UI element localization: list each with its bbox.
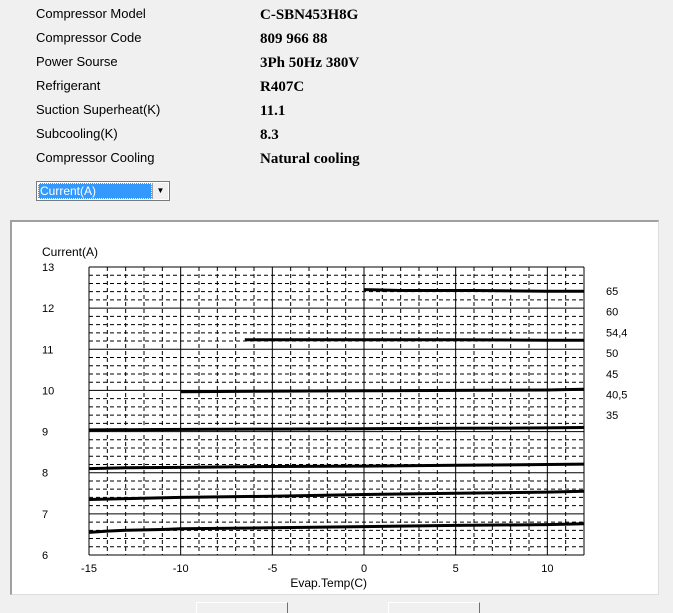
info-value: Natural cooling [260, 151, 360, 168]
legend-label: 50 [606, 348, 618, 360]
x-tick-label: 0 [361, 563, 367, 575]
chevron-down-icon[interactable]: ▼ [152, 183, 168, 199]
series-line-4 [89, 464, 584, 469]
legend-label: 65 [606, 286, 618, 298]
legend-label: 40,5 [606, 390, 627, 402]
legend-label: 45 [606, 369, 618, 381]
info-label: Compressor Model [36, 6, 146, 21]
x-tick-label: -5 [267, 563, 277, 575]
info-value: C-SBN453H8G [260, 7, 358, 24]
info-value: 11.1 [260, 103, 285, 120]
series-line-2 [181, 389, 584, 392]
chart-panel: 13 12 11 10 9 8 7 6 -15 -10 -5 0 5 10 Current(A) Evap.T… [10, 220, 659, 595]
x-tick-label: 5 [453, 563, 459, 575]
y-tick-label: 12 [42, 303, 54, 315]
info-value: R407C [260, 79, 304, 96]
y-tick-label: 11 [42, 344, 53, 356]
y-axis-title: Current(A) [42, 245, 98, 259]
y-tick-label: 10 [42, 385, 54, 397]
legend-label: 60 [606, 307, 618, 319]
info-value: 3Ph 50Hz 380V [260, 55, 359, 72]
info-label: Power Sourse [36, 54, 118, 69]
legend-label: 54,4 [606, 327, 627, 339]
info-label: Suction Superheat(K) [36, 102, 160, 117]
x-tick-label: 10 [541, 563, 553, 575]
info-label: Subcooling(K) [36, 126, 118, 141]
y-tick-label: 8 [42, 468, 48, 480]
y-tick-label: 9 [42, 427, 48, 439]
y-tick-label: 13 [42, 262, 54, 274]
info-label: Compressor Cooling [36, 150, 155, 165]
x-tick-label: -15 [81, 563, 97, 575]
parameter-select[interactable]: Current(A) ▼ [36, 181, 170, 201]
info-value: 8.3 [260, 127, 279, 144]
info-label: Refrigerant [36, 78, 100, 93]
bottom-button-1[interactable] [196, 602, 288, 613]
series-line-3 [89, 428, 584, 430]
x-tick-label: -10 [173, 563, 189, 575]
y-tick-label: 6 [42, 550, 48, 562]
legend-label: 35 [606, 410, 618, 422]
x-axis-title: Evap.Temp(C) [290, 576, 367, 590]
series-line-5 [89, 491, 584, 499]
info-label: Compressor Code [36, 30, 142, 45]
bottom-button-2[interactable] [388, 602, 480, 613]
series-line-0 [364, 290, 584, 292]
series-line-6 [89, 524, 584, 533]
info-value: 809 966 88 [260, 31, 328, 48]
current-chart: 13 12 11 10 9 8 7 6 -15 -10 -5 0 5 10 Current(A) Evap.T… [12, 222, 659, 595]
parameter-select-value: Current(A) [38, 183, 152, 199]
y-tick-label: 7 [42, 509, 48, 521]
